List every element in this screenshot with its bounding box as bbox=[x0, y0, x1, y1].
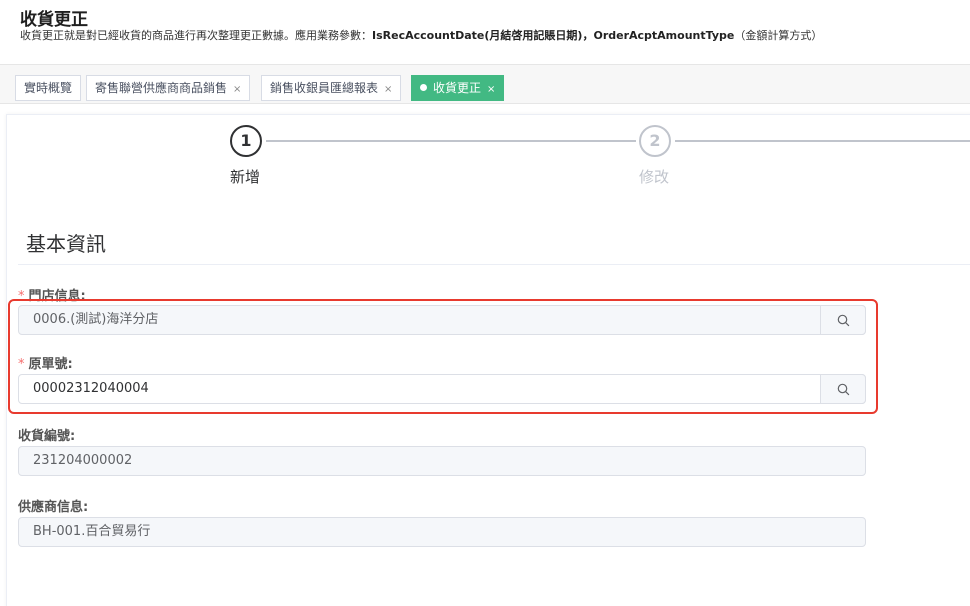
supplier-value: BH-001.百合貿易行 bbox=[33, 524, 151, 539]
tab-label: 實時概覽 bbox=[24, 81, 73, 95]
step-1-label: 新增 bbox=[230, 168, 261, 186]
tab-receipt-correction[interactable]: 收貨更正 × bbox=[411, 75, 505, 101]
step-connector bbox=[266, 140, 636, 142]
receipt-number-field: 231204000002 bbox=[18, 446, 866, 476]
tab-cashier-summary[interactable]: 銷售收銀員匯總報表 × bbox=[261, 75, 402, 101]
supplier-label: 供應商信息: bbox=[18, 500, 89, 515]
receipt-number-label: 收貨編號: bbox=[18, 429, 76, 444]
tabs-bar: 實時概覽 寄售聯營供應商商品銷售 × 銷售收銀員匯總報表 × 收貨更正 × bbox=[0, 64, 970, 104]
page-description: 收貨更正就是對已經收貨的商品進行再次整理更正數據。應用業務參數：IsRecAcc… bbox=[20, 27, 822, 43]
close-icon[interactable]: × bbox=[233, 84, 241, 95]
step-2-icon: 2 bbox=[639, 125, 671, 157]
highlight-box bbox=[8, 299, 878, 414]
param-description: (月結啓用記賬日期)， bbox=[484, 29, 594, 42]
step-2-label: 修改 bbox=[639, 168, 670, 186]
param-name: IsRecAccountDate bbox=[372, 29, 485, 42]
supplier-field: BH-001.百合貿易行 bbox=[18, 517, 866, 547]
description-text: 收貨更正就是對已經收貨的商品進行再次整理更正數據。應用業務參數： bbox=[20, 29, 372, 42]
divider bbox=[18, 264, 970, 265]
param-description: （金額計算方式） bbox=[734, 29, 823, 42]
tab-label: 銷售收銀員匯總報表 bbox=[270, 81, 379, 95]
step-connector bbox=[675, 140, 970, 142]
close-icon[interactable]: × bbox=[487, 84, 495, 95]
param-name: OrderAcptAmountType bbox=[593, 29, 735, 42]
section-title: 基本資訊 bbox=[26, 232, 106, 256]
tab-label: 收貨更正 bbox=[433, 81, 482, 95]
page-header: 收貨更正 收貨更正就是對已經收貨的商品進行再次整理更正數據。應用業務參數：IsR… bbox=[0, 0, 970, 60]
step-1-icon: 1 bbox=[230, 125, 262, 157]
tab-realtime-overview[interactable]: 實時概覽 bbox=[15, 75, 82, 101]
close-icon[interactable]: × bbox=[384, 84, 392, 95]
tab-label: 寄售聯營供應商商品銷售 bbox=[95, 81, 228, 95]
tab-consignment-sales[interactable]: 寄售聯營供應商商品銷售 × bbox=[86, 75, 251, 101]
receipt-number-value: 231204000002 bbox=[33, 453, 133, 468]
active-dot-icon bbox=[420, 84, 427, 91]
